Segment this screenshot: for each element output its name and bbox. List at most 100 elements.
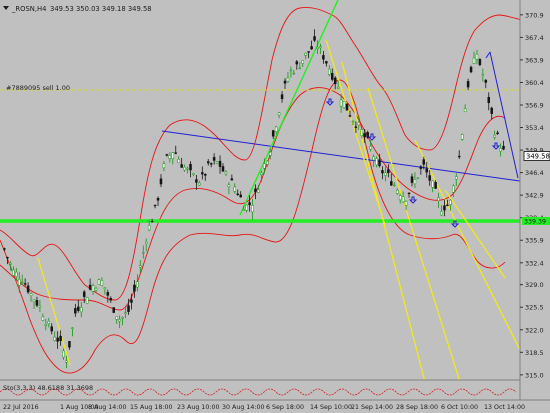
candle-body bbox=[336, 86, 340, 89]
candle-body bbox=[449, 199, 452, 205]
support-price-label: 339.39 bbox=[524, 219, 546, 226]
candle-body bbox=[260, 172, 263, 175]
candle-body bbox=[274, 126, 278, 132]
candle-body bbox=[331, 73, 334, 80]
candle-body bbox=[109, 298, 113, 301]
price-tick-label: 318.5 bbox=[525, 349, 544, 357]
candle-body bbox=[316, 46, 319, 49]
candle-body bbox=[180, 164, 183, 168]
candle-body bbox=[106, 292, 110, 296]
candle-body bbox=[221, 166, 225, 172]
candle-body bbox=[142, 252, 145, 254]
candle-body bbox=[29, 293, 33, 297]
candle-body bbox=[307, 51, 310, 53]
candle-body bbox=[381, 170, 384, 174]
candle-body bbox=[32, 299, 36, 303]
candle-body bbox=[38, 305, 42, 308]
candle-body bbox=[251, 205, 254, 213]
candle-body bbox=[130, 299, 133, 303]
chart-title: _ROSN,H4 bbox=[11, 5, 46, 13]
candle-body bbox=[195, 179, 198, 183]
candle-body bbox=[425, 168, 428, 173]
candle-body bbox=[88, 284, 92, 290]
candle-body bbox=[266, 160, 269, 165]
candle-body bbox=[455, 176, 458, 180]
candle-body bbox=[401, 196, 405, 203]
time-tick-label: 30 Aug 14:00 bbox=[222, 404, 264, 411]
candle-body bbox=[15, 271, 18, 277]
candle-body bbox=[133, 284, 136, 292]
price-tick-label: 325.5 bbox=[525, 304, 544, 312]
candle-body bbox=[304, 52, 307, 56]
candle-body bbox=[100, 280, 104, 286]
candle-body bbox=[286, 77, 290, 82]
candle-body bbox=[189, 163, 192, 171]
candle-body bbox=[280, 94, 284, 100]
candle-body bbox=[62, 350, 65, 358]
candle-body bbox=[354, 126, 358, 128]
candle-body bbox=[44, 323, 48, 326]
candle-body bbox=[35, 300, 39, 306]
candle-body bbox=[204, 174, 207, 176]
candle-body bbox=[493, 134, 496, 138]
candle-body bbox=[6, 256, 9, 259]
candle-body bbox=[463, 108, 467, 113]
candle-body bbox=[257, 189, 260, 193]
price-chart[interactable]: #7889095 sell 1.00 Sto(3,3,3) 48.6188 31… bbox=[0, 0, 550, 413]
candle-body bbox=[174, 152, 177, 154]
candle-body bbox=[147, 225, 151, 231]
candle-body bbox=[375, 158, 378, 166]
candle-body bbox=[56, 337, 59, 342]
candle-body bbox=[224, 171, 228, 175]
candle-body bbox=[301, 60, 304, 64]
price-tick-label: 342.9 bbox=[525, 192, 544, 200]
candle-body bbox=[41, 316, 45, 321]
candle-body bbox=[209, 163, 213, 165]
candle-body bbox=[384, 172, 387, 176]
candle-body bbox=[475, 53, 479, 60]
time-tick-label: 6 Oct 10:00 bbox=[441, 404, 478, 411]
candle-body bbox=[94, 288, 98, 291]
candle-body bbox=[153, 204, 157, 207]
candle-body bbox=[20, 281, 24, 284]
candle-body bbox=[416, 177, 420, 179]
candle-body bbox=[348, 115, 352, 117]
candle-body bbox=[422, 159, 426, 165]
candle-body bbox=[103, 287, 107, 290]
price-tick-label: 356.9 bbox=[525, 101, 544, 109]
candle-body bbox=[313, 36, 316, 41]
price-tick-label: 346.4 bbox=[525, 169, 544, 177]
time-tick-label: 13 Oct 14:00 bbox=[484, 404, 525, 411]
stochastic-label: Sto(3,3,3) 48.6188 31.3698 bbox=[3, 384, 93, 392]
candle-body bbox=[466, 81, 470, 88]
candle-body bbox=[345, 103, 349, 111]
candle-body bbox=[68, 341, 71, 348]
chart-header: _ROSN,H4 349.53 350.03 349.18 349.58 bbox=[3, 5, 152, 13]
candle-body bbox=[65, 360, 68, 363]
candle-body bbox=[443, 205, 446, 211]
candle-body bbox=[363, 133, 366, 138]
candle-body bbox=[292, 72, 296, 75]
price-tick-label: 370.9 bbox=[525, 11, 544, 19]
candle-body bbox=[328, 68, 331, 75]
chart-background bbox=[0, 0, 550, 413]
price-tick-label: 315.0 bbox=[525, 371, 544, 379]
candle-body bbox=[168, 155, 172, 159]
candle-body bbox=[236, 193, 240, 195]
price-tick-label: 332.4 bbox=[525, 259, 544, 267]
candle-body bbox=[245, 204, 248, 211]
candle-body bbox=[254, 188, 257, 193]
candle-body bbox=[387, 169, 390, 173]
time-tick-label: 28 Sep 18:00 bbox=[396, 404, 438, 411]
candle-body bbox=[452, 185, 455, 193]
candle-body bbox=[198, 182, 201, 186]
candle-body bbox=[325, 61, 328, 64]
candle-body bbox=[372, 156, 375, 161]
candle-body bbox=[59, 335, 62, 341]
candle-body bbox=[47, 321, 51, 324]
candle-body bbox=[3, 248, 6, 250]
candle-body bbox=[457, 155, 461, 158]
candle-body bbox=[227, 184, 231, 187]
candle-body bbox=[150, 221, 154, 223]
price-tick-label: 353.4 bbox=[525, 124, 544, 132]
